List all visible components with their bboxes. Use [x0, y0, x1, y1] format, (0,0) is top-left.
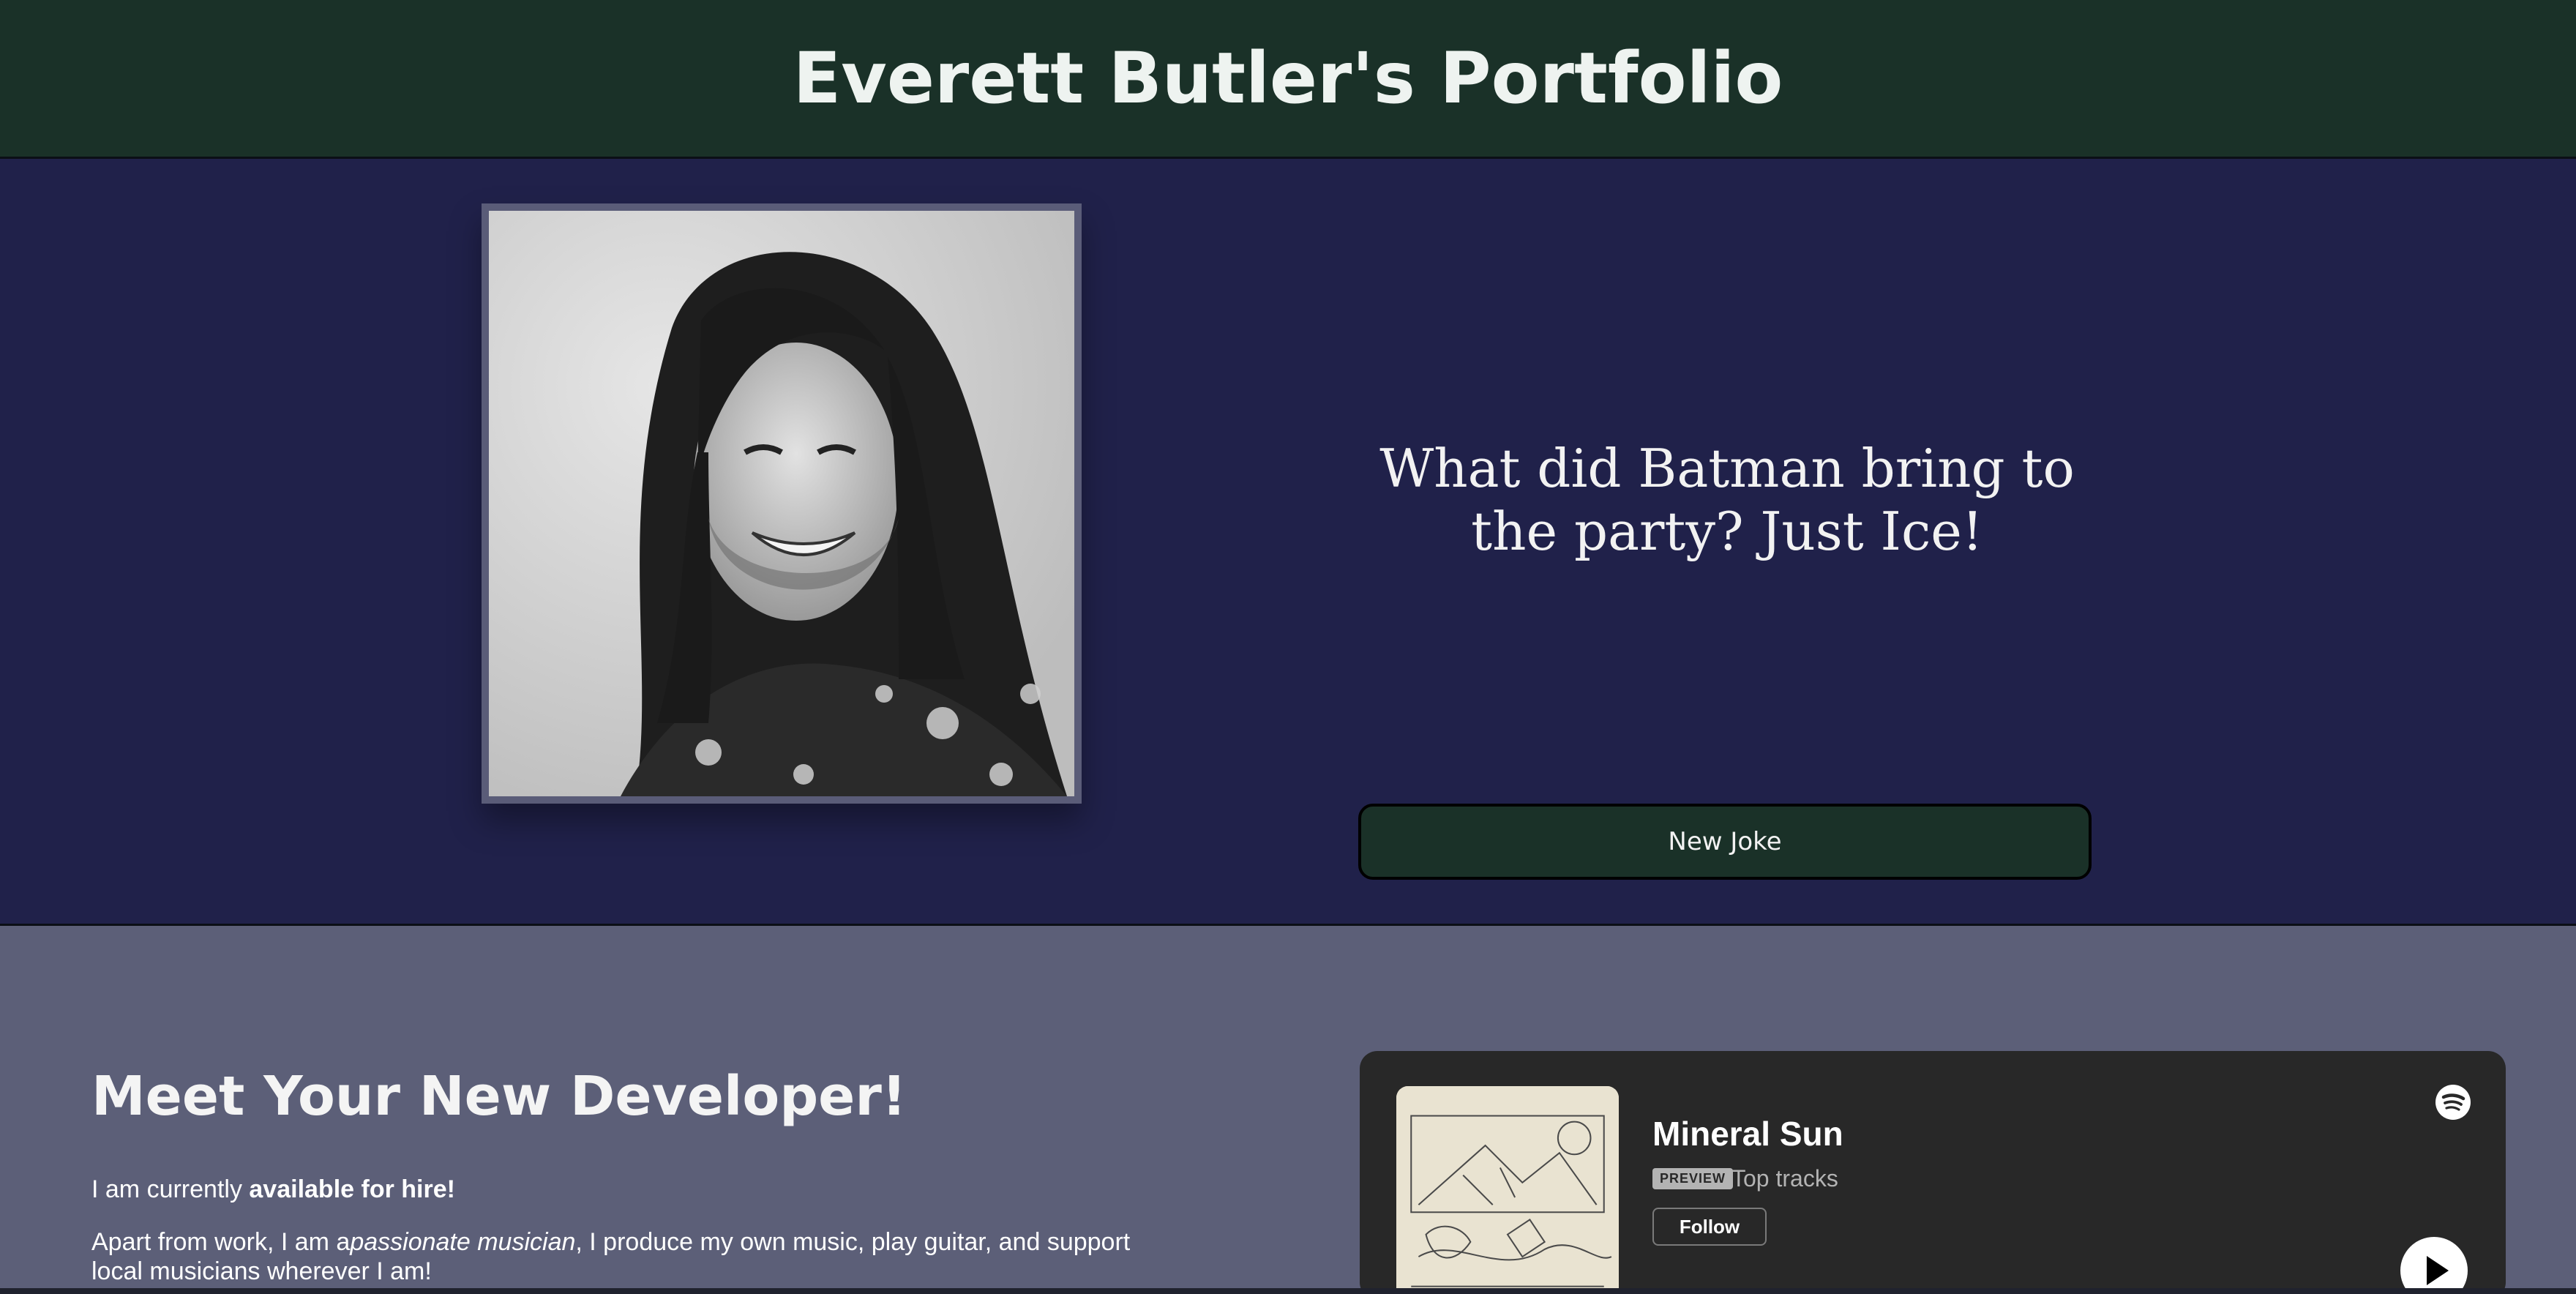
- hero-section: What did Batman bring to the party? Just…: [0, 159, 2576, 926]
- follow-button[interactable]: Follow: [1652, 1208, 1767, 1246]
- music-text: Apart from work, I am apassionate musici…: [91, 1227, 1160, 1286]
- profile-photo: [489, 211, 1074, 796]
- page: Everett Butler's Portfolio What did Batm…: [0, 0, 2576, 1294]
- profile-photo-illustration: [489, 211, 1074, 796]
- play-icon[interactable]: [2400, 1237, 2468, 1294]
- music-highlight: passionate musician: [350, 1228, 576, 1256]
- availability-prefix: I am currently: [91, 1175, 250, 1203]
- new-joke-button[interactable]: New Joke: [1358, 804, 2092, 880]
- preview-badge: PREVIEW: [1652, 1168, 1734, 1189]
- spotify-embed[interactable]: Mineral Sun PREVIEW Top tracks Follow: [1360, 1051, 2506, 1294]
- joke-text: What did Batman bring to the party? Just…: [1379, 438, 2075, 562]
- about-heading: Meet Your New Developer!: [91, 1065, 907, 1128]
- artist-name[interactable]: Mineral Sun: [1652, 1114, 1843, 1153]
- top-tracks-label: Top tracks: [1731, 1165, 1838, 1192]
- page-title: Everett Butler's Portfolio: [793, 37, 1783, 119]
- spotify-icon[interactable]: [2434, 1083, 2472, 1121]
- profile-photo-frame: [482, 203, 1082, 804]
- availability-text: I am currently available for hire!: [91, 1175, 1160, 1204]
- album-cover-art: [1396, 1086, 1619, 1294]
- music-prefix: Apart from work, I am a: [91, 1228, 351, 1256]
- availability-highlight: available for hire!: [249, 1175, 455, 1203]
- album-cover[interactable]: [1396, 1086, 1619, 1294]
- site-header: Everett Butler's Portfolio: [0, 0, 2576, 159]
- bottom-edge: [0, 1288, 2576, 1294]
